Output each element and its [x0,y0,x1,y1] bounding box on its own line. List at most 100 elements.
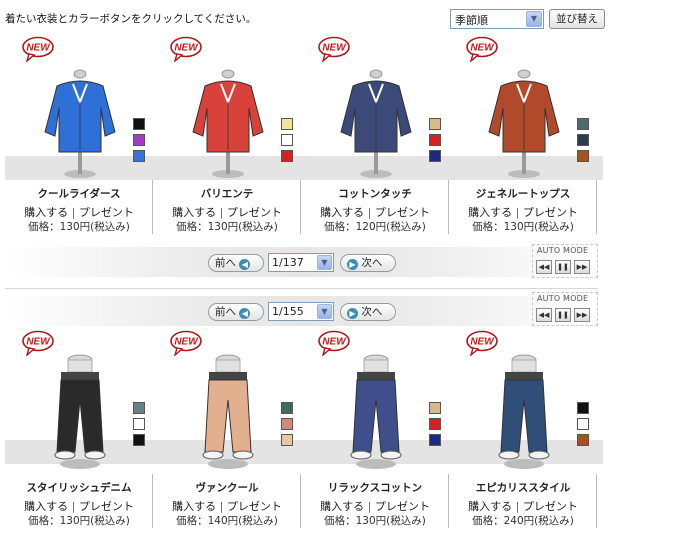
item-actions: 購入する | プレゼント [5,204,153,220]
color-swatch-button[interactable] [577,150,589,162]
sort-select[interactable]: 季節順 ▼ [450,9,544,29]
item-price: 価格：130円(税込み) [28,221,130,233]
buy-link[interactable]: 購入する [172,206,216,219]
rewind-icon[interactable]: ◀◀ [536,260,552,274]
color-swatch-button[interactable] [429,402,441,414]
color-swatch-button[interactable] [281,418,293,430]
arrow-left-icon: ◀ [239,308,251,319]
color-swatch-button[interactable] [429,434,441,446]
outfit-image[interactable] [35,62,125,182]
item-name: クールライダース [37,188,121,200]
color-swatch-button[interactable] [281,118,293,130]
outfit-image[interactable] [331,352,421,472]
svg-text:NEW: NEW [174,337,199,348]
auto-mode-panel: AUTO MODE ◀◀ ❚❚ ▶▶ [532,244,598,278]
prev-button[interactable]: 前へ ◀ [208,303,264,321]
item-name: エピカリススタイル [475,482,571,494]
present-link[interactable]: プレゼント [523,500,578,513]
color-swatches [281,118,293,166]
present-link[interactable]: プレゼント [375,500,430,513]
action-separator: | [219,206,224,219]
item-name: コットンタッチ [338,188,412,200]
present-link[interactable]: プレゼント [79,206,134,219]
color-swatches [577,402,589,450]
action-separator: | [367,500,372,513]
color-swatch-button[interactable] [133,134,145,146]
color-swatch-button[interactable] [133,434,145,446]
item-name: スタイリッシュデニム [26,482,132,494]
prev-button[interactable]: 前へ ◀ [208,254,264,272]
color-swatch-button[interactable] [133,118,145,130]
page-select[interactable]: 1/137 ▼ [268,253,334,272]
section-divider [5,288,598,289]
pause-icon[interactable]: ❚❚ [555,308,571,322]
outfit-image[interactable] [331,62,421,182]
buy-link[interactable]: 購入する [468,500,512,513]
tops-grid: NEW クールライダース 購入する | プレゼント 価格：130円(税込み) NEW バリ… [5,34,598,234]
svg-text:NEW: NEW [322,43,347,54]
outfit-image[interactable] [183,62,273,182]
color-swatch-button[interactable] [429,418,441,430]
item-price: 価格：130円(税込み) [28,515,130,527]
buy-link[interactable]: 購入する [320,206,364,219]
item-actions: 購入する | プレゼント [449,204,597,220]
color-swatch-button[interactable] [133,402,145,414]
next-button[interactable]: ▶ 次へ [340,254,396,272]
color-swatch-button[interactable] [577,402,589,414]
color-swatch-button[interactable] [577,118,589,130]
item-price: 価格：130円(税込み) [176,221,278,233]
product-card: NEW スタイリッシュデニム 購入する | プレゼント 価格：130円(税込み) [5,328,153,528]
color-swatch-button[interactable] [133,418,145,430]
color-swatch-button[interactable] [577,434,589,446]
item-name: バリエンテ [200,188,254,200]
next-label: 次へ [361,257,383,269]
color-swatch-button[interactable] [577,418,589,430]
color-swatch-button[interactable] [281,150,293,162]
auto-mode-label: AUTO MODE [537,294,589,303]
fast-forward-icon[interactable]: ▶▶ [574,308,590,322]
svg-text:NEW: NEW [470,337,495,348]
page-value: 1/155 [272,305,304,318]
present-link[interactable]: プレゼント [523,206,578,219]
fast-forward-icon[interactable]: ▶▶ [574,260,590,274]
color-swatch-button[interactable] [577,134,589,146]
color-swatch-button[interactable] [281,134,293,146]
next-label: 次へ [361,306,383,318]
color-swatch-button[interactable] [133,150,145,162]
present-link[interactable]: プレゼント [375,206,430,219]
present-link[interactable]: プレゼント [79,500,134,513]
product-card: NEW ジェネルートップス 購入する | プレゼント 価格：130円(税込み) [449,34,597,234]
present-link[interactable]: プレゼント [227,206,282,219]
product-card: NEW コットンタッチ 購入する | プレゼント 価格：120円(税込み) [301,34,449,234]
item-name: リラックスコットン [327,482,423,494]
product-card: NEW エピカリススタイル 購入する | プレゼント 価格：240円(税込み) [449,328,597,528]
bottoms-grid: NEW スタイリッシュデニム 購入する | プレゼント 価格：130円(税込み) NEW… [5,328,598,528]
buy-link[interactable]: 購入する [24,500,68,513]
color-swatch-button[interactable] [281,402,293,414]
product-card: NEW リラックスコットン 購入する | プレゼント 価格：130円(税込み) [301,328,449,528]
color-swatch-button[interactable] [429,134,441,146]
sort-button[interactable]: 並び替え [549,9,605,29]
rewind-icon[interactable]: ◀◀ [536,308,552,322]
outfit-image[interactable] [479,62,569,182]
item-actions: 購入する | プレゼント [301,204,449,220]
present-link[interactable]: プレゼント [227,500,282,513]
outfit-image[interactable] [35,352,125,472]
buy-link[interactable]: 購入する [172,500,216,513]
outfit-image[interactable] [183,352,273,472]
color-swatches [133,402,145,450]
buy-link[interactable]: 購入する [468,206,512,219]
color-swatch-button[interactable] [281,434,293,446]
color-swatch-button[interactable] [429,118,441,130]
bottoms-pager: 前へ ◀ 1/155 ▼ ▶ 次へ [5,296,598,326]
buy-link[interactable]: 購入する [320,500,364,513]
next-button[interactable]: ▶ 次へ [340,303,396,321]
outfit-image[interactable] [479,352,569,472]
color-swatch-button[interactable] [429,150,441,162]
new-badge-icon: NEW [21,36,55,64]
buy-link[interactable]: 購入する [24,206,68,219]
new-badge-icon: NEW [317,36,351,64]
page-select[interactable]: 1/155 ▼ [268,302,334,321]
item-price: 価格：140円(税込み) [176,515,278,527]
pause-icon[interactable]: ❚❚ [555,260,571,274]
